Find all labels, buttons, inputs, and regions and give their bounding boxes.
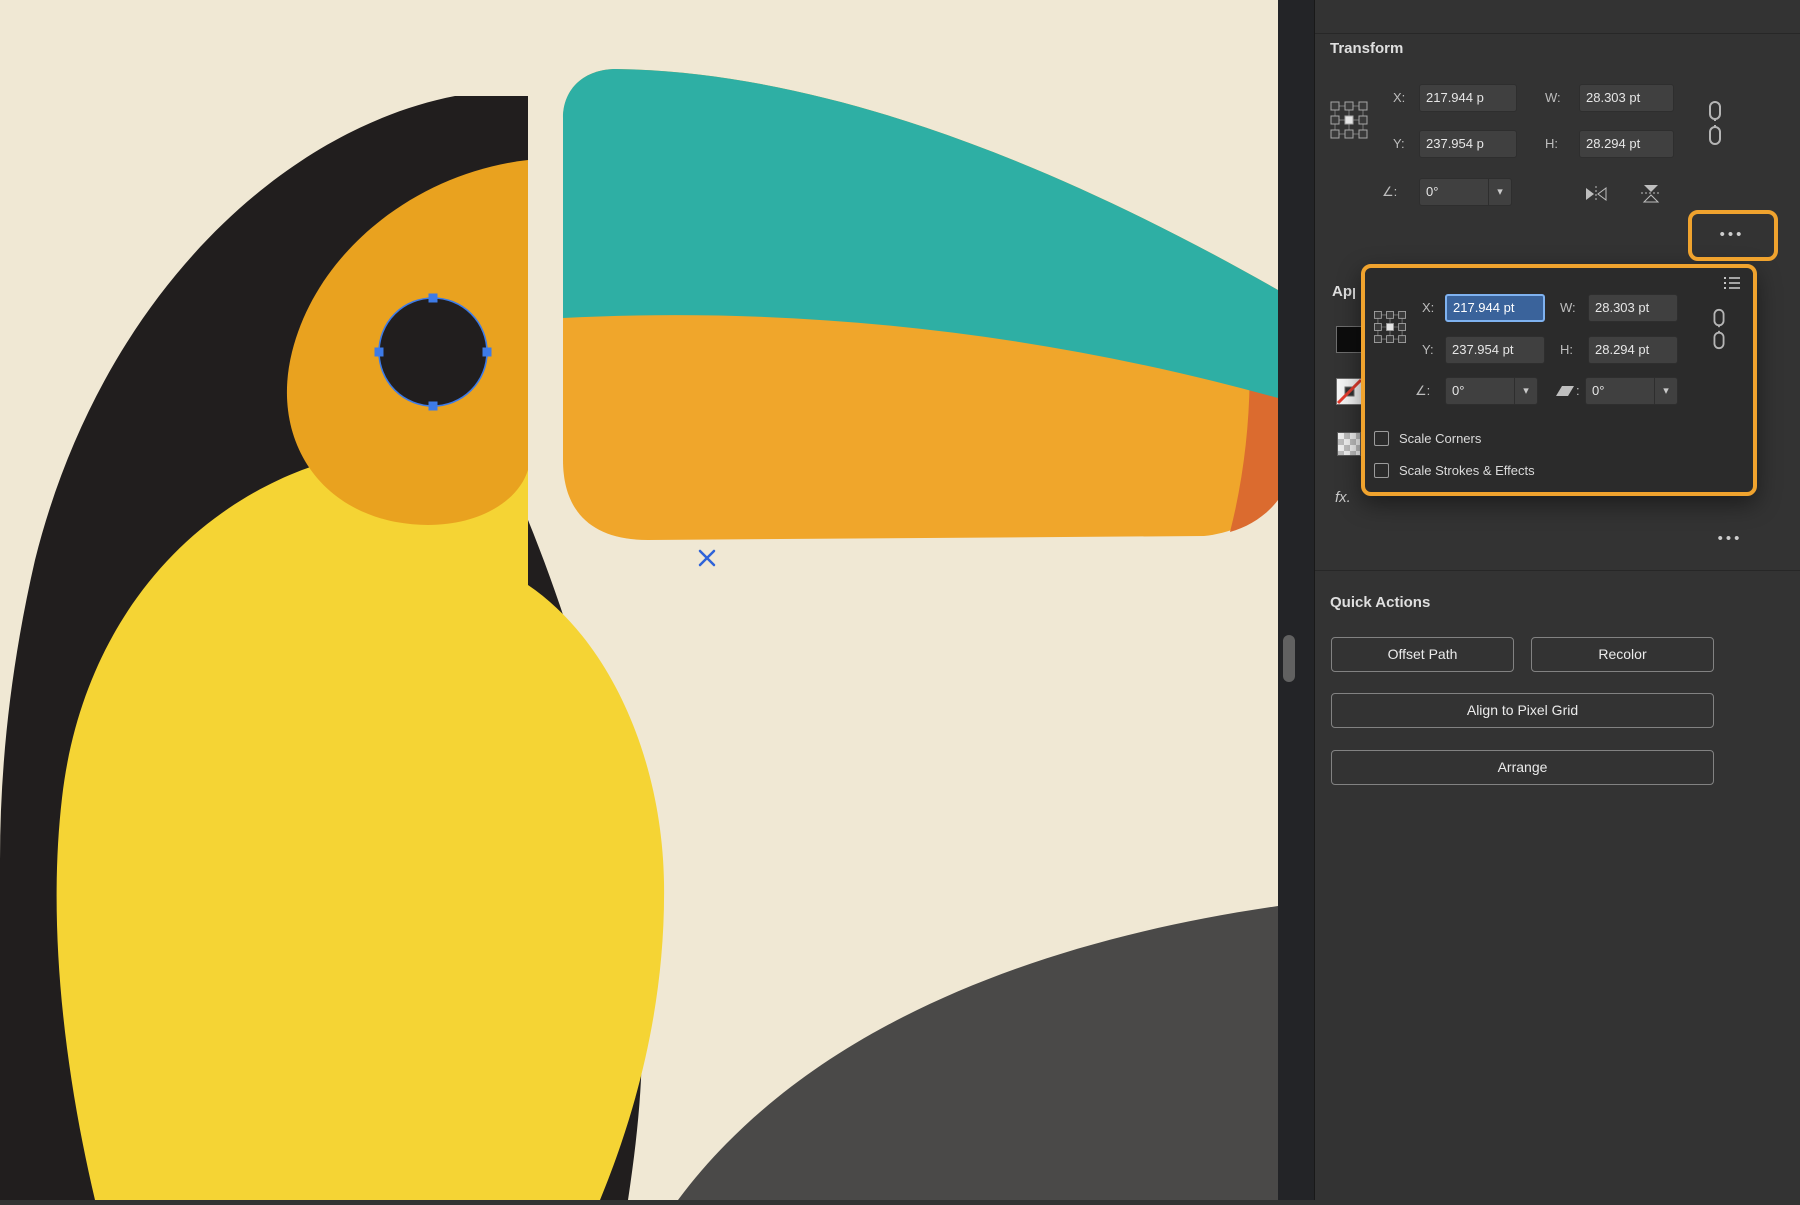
popup-constrain-proportions-link-icon[interactable] [1708,308,1730,355]
popup-menu-icon[interactable] [1721,274,1743,297]
panel-top-divider [1315,33,1800,34]
h-input[interactable]: 28.294 pt [1579,130,1674,158]
panel-dock-strip [1278,0,1314,1200]
popup-y-input[interactable]: 237.954 pt [1445,336,1545,364]
scale-corners-label: Scale Corners [1399,431,1482,446]
fill-color-swatch[interactable] [1336,326,1363,353]
panel-scrollbar[interactable] [1283,635,1295,682]
align-to-pixel-grid-button[interactable]: Align to Pixel Grid [1331,693,1714,728]
offset-path-button[interactable]: Offset Path [1331,637,1514,672]
popup-shear-input[interactable]: 0° [1585,377,1655,405]
popup-rotate-angle-icon: ∠: [1415,383,1431,398]
popup-h-input[interactable]: 28.294 pt [1588,336,1678,364]
constrain-proportions-link-icon[interactable] [1703,100,1727,151]
w-input[interactable]: 28.303 pt [1579,84,1674,112]
transform-more-options-button[interactable]: ••• [1709,222,1755,248]
w-label: W: [1545,90,1561,105]
scale-corners-checkbox[interactable] [1374,431,1389,446]
transform-popup: X: 217.944 pt W: 28.303 pt Y: 237.954 pt… [1361,264,1757,496]
x-input[interactable]: 217.944 p [1419,84,1517,112]
scale-strokes-effects-label: Scale Strokes & Effects [1399,463,1535,478]
popup-y-label: Y: [1422,342,1434,357]
selection-handle-bottom[interactable] [428,401,438,411]
popup-rotate-input[interactable]: 0° [1445,377,1515,405]
popup-w-label: W: [1560,300,1576,315]
h-label: H: [1545,136,1558,151]
arrange-button[interactable]: Arrange [1331,750,1714,785]
shear-icon [1555,383,1575,404]
scale-strokes-effects-checkbox[interactable] [1374,463,1389,478]
popup-shear-dropdown-chevron-icon[interactable]: ▾ [1654,377,1678,405]
rotate-angle-dropdown-chevron-icon[interactable]: ▾ [1488,178,1512,206]
popup-w-input[interactable]: 28.303 pt [1588,294,1678,322]
flip-vertical-icon[interactable] [1638,182,1664,209]
flip-horizontal-icon[interactable] [1583,183,1609,210]
quick-actions-section-title: Quick Actions [1330,594,1431,611]
reference-point-locator-icon[interactable] [1327,98,1371,147]
opacity-swatch[interactable] [1337,432,1361,456]
selection-handle-right[interactable] [482,347,492,357]
properties-panel: Transform X: 217.944 p W: 28.303 pt Y: 2… [1314,0,1800,1200]
popup-shear-colon: : [1576,383,1580,398]
recolor-button[interactable]: Recolor [1531,637,1714,672]
y-input[interactable]: 237.954 p [1419,130,1517,158]
rotate-angle-icon: ∠: [1382,184,1398,199]
artboard-canvas [0,0,1278,1200]
rotate-angle-input[interactable]: 0° [1419,178,1489,206]
stroke-color-swatch[interactable] [1336,378,1363,410]
appearance-more-options-button[interactable]: ••• [1708,526,1752,552]
popup-rotate-dropdown-chevron-icon[interactable]: ▾ [1514,377,1538,405]
popup-x-input[interactable]: 217.944 pt [1445,294,1545,322]
popup-h-label: H: [1560,342,1573,357]
selection-handle-left[interactable] [374,347,384,357]
popup-x-label: X: [1422,300,1435,315]
y-label: Y: [1393,136,1405,151]
quick-actions-divider [1315,570,1800,571]
appearance-section-title: Appearance [1332,283,1355,300]
popup-reference-point-locator-icon[interactable] [1371,308,1409,351]
fx-button[interactable]: fx. [1335,489,1351,506]
selection-handle-top[interactable] [428,293,438,303]
transform-section-title: Transform [1330,40,1404,57]
x-label: X: [1393,90,1406,105]
